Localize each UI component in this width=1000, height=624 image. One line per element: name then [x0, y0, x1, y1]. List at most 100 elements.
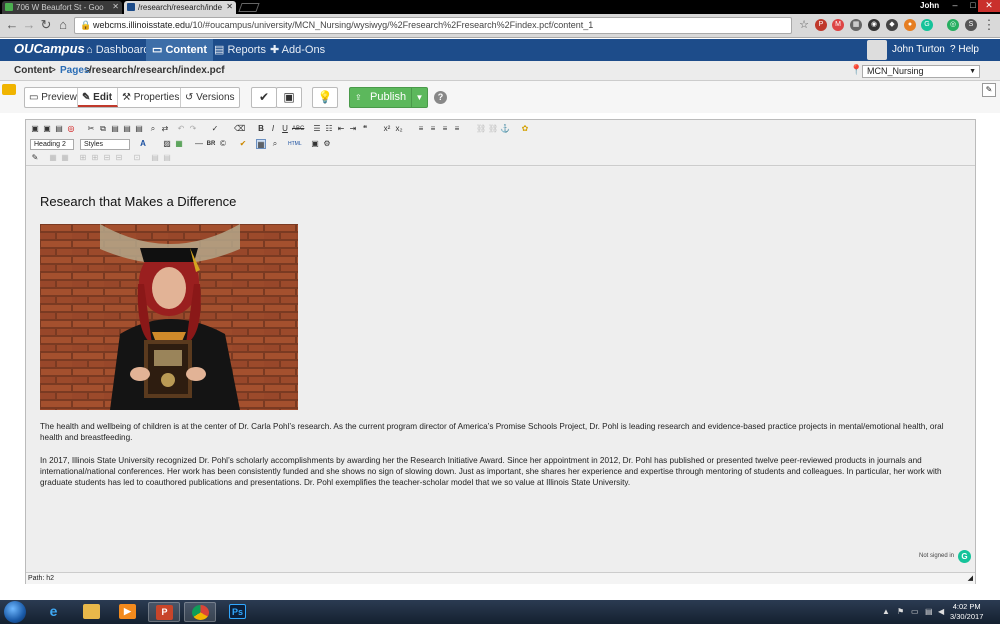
- outdent-icon[interactable]: ⇤: [336, 124, 346, 134]
- back-arrow-icon[interactable]: ←: [5, 18, 19, 32]
- styles-select[interactable]: Styles: [80, 139, 130, 150]
- lightbulb-icon[interactable]: 💡: [312, 87, 338, 108]
- table-props-icon[interactable]: ▦: [60, 153, 70, 163]
- nav-addons[interactable]: ✚ Add-Ons: [264, 39, 331, 61]
- align-left-icon[interactable]: ≡: [416, 124, 426, 134]
- action-center-icon[interactable]: ⚑: [897, 607, 904, 616]
- snippet-icon[interactable]: ▣: [310, 139, 320, 149]
- unlink-icon[interactable]: ⛓: [488, 124, 498, 134]
- link-icon[interactable]: ⛓: [476, 124, 486, 134]
- taskbar-ie[interactable]: e: [38, 602, 70, 622]
- avatar[interactable]: [867, 40, 887, 60]
- insert-column-icon[interactable]: ⊞: [90, 153, 100, 163]
- edit-source-icon[interactable]: ✎: [30, 153, 40, 163]
- bookmark-star-icon[interactable]: ☆: [797, 18, 811, 32]
- versions-button[interactable]: ↺ Versions: [181, 88, 239, 107]
- pinterest-extension-icon[interactable]: P: [815, 19, 827, 31]
- taskbar-powerpoint[interactable]: P: [148, 602, 180, 622]
- preview-button[interactable]: ▭ Preview: [25, 88, 78, 107]
- help-question-icon[interactable]: ?: [434, 91, 447, 104]
- breadcrumb-content[interactable]: Content: [14, 61, 52, 81]
- gmail-extension-icon[interactable]: M: [832, 19, 844, 31]
- image-icon[interactable]: ▨: [162, 139, 172, 149]
- delete-row-icon[interactable]: ⊟: [102, 153, 112, 163]
- anchor-icon[interactable]: ⚓: [500, 124, 510, 134]
- spellcheck-icon[interactable]: ◎: [66, 124, 76, 134]
- insert-row-icon[interactable]: ⊞: [78, 153, 88, 163]
- html-source-icon[interactable]: HTML: [288, 139, 302, 149]
- chevron-down-icon[interactable]: ▼: [411, 88, 427, 107]
- site-select[interactable]: MCN_Nursing ▼: [862, 65, 980, 78]
- volume-icon[interactable]: ◀: [938, 607, 944, 616]
- media-icon[interactable]: ▦: [174, 139, 184, 149]
- gadget-sidebar-toggle[interactable]: [2, 84, 16, 95]
- save-as-icon[interactable]: ▣: [42, 124, 52, 134]
- line-break-icon[interactable]: BR: [206, 139, 216, 149]
- pin-icon[interactable]: ✎: [982, 83, 996, 97]
- template-icon[interactable]: ▤: [54, 124, 64, 134]
- extension-icon[interactable]: ◆: [886, 19, 898, 31]
- merge-cells-icon[interactable]: ⊡: [132, 153, 142, 163]
- cut-icon[interactable]: ✂: [86, 124, 96, 134]
- forward-arrow-icon[interactable]: →: [22, 18, 36, 32]
- taskbar-photoshop[interactable]: Ps: [222, 602, 254, 622]
- copyright-icon[interactable]: ©: [218, 139, 228, 149]
- resize-handle-icon[interactable]: ◢: [968, 573, 973, 584]
- address-bar[interactable]: 🔒 webcms.illinoisstate.edu/10/#oucampus/…: [74, 17, 792, 34]
- check-accessibility-icon[interactable]: ✔: [238, 139, 248, 149]
- strikethrough-icon[interactable]: ABC: [292, 124, 304, 134]
- paste-icon[interactable]: ▤: [110, 124, 120, 134]
- browser-tab-oucampus[interactable]: /research/research/inde ✕: [124, 1, 236, 14]
- taskbar-chrome[interactable]: [184, 602, 216, 622]
- numbered-list-icon[interactable]: ☷: [324, 124, 334, 134]
- award-photo[interactable]: [40, 224, 298, 410]
- asset-icon[interactable]: ✿: [520, 124, 530, 134]
- chrome-menu-icon[interactable]: ⋮: [982, 18, 996, 32]
- close-icon[interactable]: ✕: [226, 2, 233, 11]
- table-cell-props-icon[interactable]: ▤: [162, 153, 172, 163]
- nav-content[interactable]: ▭ Content: [146, 39, 213, 61]
- table-icon[interactable]: ▦: [48, 153, 58, 163]
- align-justify-icon[interactable]: ≡: [452, 124, 462, 134]
- gadget-icon[interactable]: ⚙: [322, 139, 332, 149]
- edit-button[interactable]: ✎ Edit: [78, 88, 118, 107]
- extension-icon[interactable]: ◉: [868, 19, 880, 31]
- find-icon[interactable]: ⌕: [148, 124, 158, 134]
- windows-start-icon[interactable]: [4, 601, 26, 623]
- power-icon[interactable]: ▭: [911, 607, 919, 616]
- undo-icon[interactable]: ↶: [176, 124, 186, 134]
- save-icon[interactable]: ▣: [276, 87, 302, 108]
- home-icon[interactable]: ⌂: [56, 18, 70, 32]
- horizontal-rule-icon[interactable]: —: [194, 139, 204, 149]
- reload-icon[interactable]: ↻: [39, 18, 53, 32]
- browser-tab-maps[interactable]: 706 W Beaufort St - Goo ✕: [2, 1, 122, 14]
- blockquote-icon[interactable]: ❝: [360, 124, 370, 134]
- extension-icon[interactable]: ◎: [947, 19, 959, 31]
- network-icon[interactable]: ▤: [925, 607, 933, 616]
- spellcheck-toggle-icon[interactable]: ✓: [210, 124, 220, 134]
- tray-expand-icon[interactable]: ▲: [882, 607, 890, 616]
- close-icon[interactable]: ✕: [112, 2, 119, 11]
- nav-reports[interactable]: ▤ Reports: [208, 39, 272, 61]
- paragraph-1[interactable]: The health and wellbeing of children is …: [40, 421, 960, 443]
- redo-icon[interactable]: ↷: [188, 124, 198, 134]
- help-link[interactable]: ? Help: [950, 39, 979, 61]
- align-center-icon[interactable]: ≡: [428, 124, 438, 134]
- eraser-icon[interactable]: ⌫: [234, 124, 245, 134]
- bullet-list-icon[interactable]: ☰: [312, 124, 322, 134]
- preview-icon[interactable]: ⌕: [270, 139, 280, 149]
- editor-content[interactable]: Research that Makes a Difference The hea…: [26, 167, 975, 572]
- text-color-icon[interactable]: A: [138, 139, 148, 149]
- bold-icon[interactable]: B: [256, 124, 266, 134]
- align-right-icon[interactable]: ≡: [440, 124, 450, 134]
- calendar-extension-icon[interactable]: ▦: [850, 19, 862, 31]
- checkmark-icon[interactable]: ✔: [251, 87, 277, 108]
- nav-dashboard[interactable]: ⌂ Dashboard: [80, 39, 156, 61]
- split-cells-icon[interactable]: ⊟: [114, 153, 124, 163]
- underline-icon[interactable]: U: [280, 124, 290, 134]
- copy-icon[interactable]: ⧉: [98, 124, 108, 134]
- taskbar-media-player[interactable]: ▶: [112, 602, 144, 622]
- paste-text-icon[interactable]: ▤: [122, 124, 132, 134]
- paste-word-icon[interactable]: ▤: [134, 124, 144, 134]
- extension-icon[interactable]: S: [965, 19, 977, 31]
